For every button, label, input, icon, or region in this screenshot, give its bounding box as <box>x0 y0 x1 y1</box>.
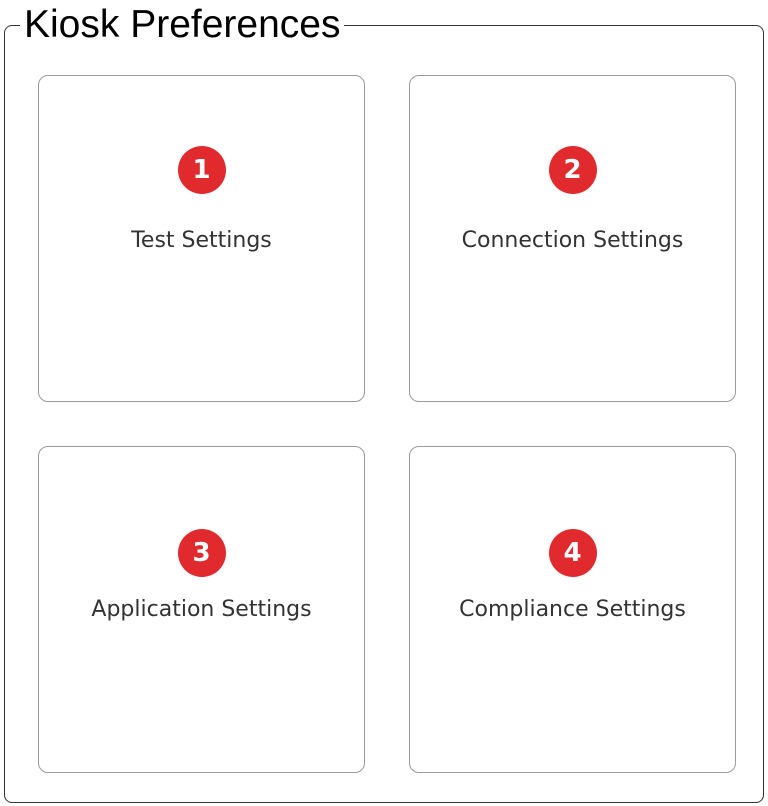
panel-title: Kiosk Preferences <box>20 1 345 49</box>
step-number-badge: 3 <box>177 529 226 577</box>
card-test-settings[interactable]: 1 Test Settings <box>38 75 365 402</box>
step-number-badge: 2 <box>548 146 597 194</box>
card-label: Test Settings <box>131 228 272 253</box>
card-label: Application Settings <box>91 597 312 622</box>
card-label: Connection Settings <box>461 228 684 253</box>
card-application-settings[interactable]: 3 Application Settings <box>38 446 365 773</box>
step-number-badge: 1 <box>177 146 226 194</box>
card-label: Compliance Settings <box>459 597 686 622</box>
card-compliance-settings[interactable]: 4 Compliance Settings <box>409 446 736 773</box>
step-number-badge: 4 <box>548 529 597 577</box>
card-connection-settings[interactable]: 2 Connection Settings <box>409 75 736 402</box>
